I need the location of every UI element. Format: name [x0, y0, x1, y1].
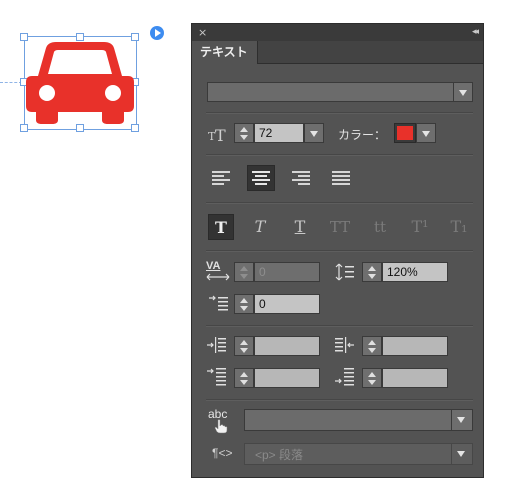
paragraph-style-dropdown[interactable]: <p> 段落	[244, 443, 473, 465]
tracking-input[interactable]: 0	[254, 262, 320, 282]
right-indent-stepper[interactable]	[362, 336, 382, 356]
line-height-icon	[335, 263, 354, 281]
divider	[206, 250, 473, 252]
text-panel: × ◂◂ テキスト T T 72 カラー： T T T TT tt T¹ T₁ …	[191, 23, 484, 478]
space-before-icon	[207, 368, 226, 386]
left-indent-input[interactable]	[254, 336, 320, 356]
tracking-icon-text: VA	[206, 260, 221, 272]
bold-button[interactable]: T	[208, 214, 234, 240]
font-size-input[interactable]: 72	[254, 123, 304, 143]
line-height-input[interactable]: 120%	[382, 262, 448, 282]
subscript-button[interactable]: T₁	[444, 214, 474, 240]
tracking-icon: VA	[206, 260, 230, 282]
chevron-down-icon[interactable]	[451, 444, 472, 464]
tab-bar: テキスト	[192, 41, 483, 64]
guide-line	[0, 82, 22, 83]
color-swatch[interactable]	[394, 123, 416, 143]
first-indent-stepper[interactable]	[234, 294, 254, 314]
align-right-icon[interactable]	[290, 167, 312, 189]
space-after-icon	[335, 368, 354, 386]
all-caps-button[interactable]: TT	[325, 214, 355, 240]
align-justify-icon[interactable]	[330, 167, 352, 189]
close-icon[interactable]: ×	[198, 24, 207, 41]
font-size-dropdown[interactable]	[304, 123, 324, 143]
align-center-button[interactable]	[247, 165, 275, 191]
font-size-stepper[interactable]	[234, 123, 254, 143]
chevron-down-icon[interactable]	[453, 83, 472, 101]
divider	[206, 399, 473, 401]
chevron-down-icon[interactable]	[417, 124, 435, 142]
align-center-icon	[252, 171, 270, 185]
collapse-icon[interactable]: ◂◂	[472, 24, 479, 41]
font-family-dropdown[interactable]	[207, 82, 473, 102]
space-after-input[interactable]	[382, 368, 448, 388]
svg-text:T: T	[215, 126, 226, 143]
panel-titlebar: × ◂◂	[192, 24, 483, 41]
divider	[206, 112, 473, 114]
align-left-icon[interactable]	[210, 167, 232, 189]
chevron-down-icon[interactable]	[305, 124, 323, 142]
first-indent-input[interactable]: 0	[254, 294, 320, 314]
space-after-stepper[interactable]	[362, 368, 382, 388]
left-indent-icon	[207, 337, 226, 353]
paragraph-style-icon: ¶<>	[212, 446, 233, 460]
tab-text[interactable]: テキスト	[192, 41, 258, 64]
character-style-icon: abc	[208, 407, 234, 435]
divider	[206, 154, 473, 156]
divider	[206, 325, 473, 327]
first-line-indent-icon	[209, 295, 228, 311]
color-dropdown[interactable]	[416, 123, 436, 143]
divider	[206, 202, 473, 204]
play-icon[interactable]	[150, 26, 164, 40]
small-caps-button[interactable]: tt	[365, 214, 395, 240]
right-indent-input[interactable]	[382, 336, 448, 356]
color-swatch-fill	[397, 126, 413, 140]
character-style-dropdown[interactable]	[244, 409, 473, 431]
space-before-input[interactable]	[254, 368, 320, 388]
space-before-stepper[interactable]	[234, 368, 254, 388]
underline-button[interactable]: T	[287, 214, 313, 240]
line-height-stepper[interactable]	[362, 262, 382, 282]
superscript-button[interactable]: T¹	[405, 214, 435, 240]
right-indent-icon	[335, 337, 354, 353]
chevron-down-icon[interactable]	[451, 410, 472, 430]
italic-button[interactable]: T	[247, 214, 273, 240]
tracking-arrow	[206, 273, 230, 281]
color-label: カラー：	[338, 128, 387, 142]
hand-cursor-icon	[214, 419, 228, 434]
paragraph-style-value: <p> 段落	[255, 448, 304, 462]
font-size-icon: T T	[208, 126, 226, 143]
car-icon[interactable]	[24, 40, 136, 126]
left-indent-stepper[interactable]	[234, 336, 254, 356]
tracking-stepper[interactable]	[234, 262, 254, 282]
